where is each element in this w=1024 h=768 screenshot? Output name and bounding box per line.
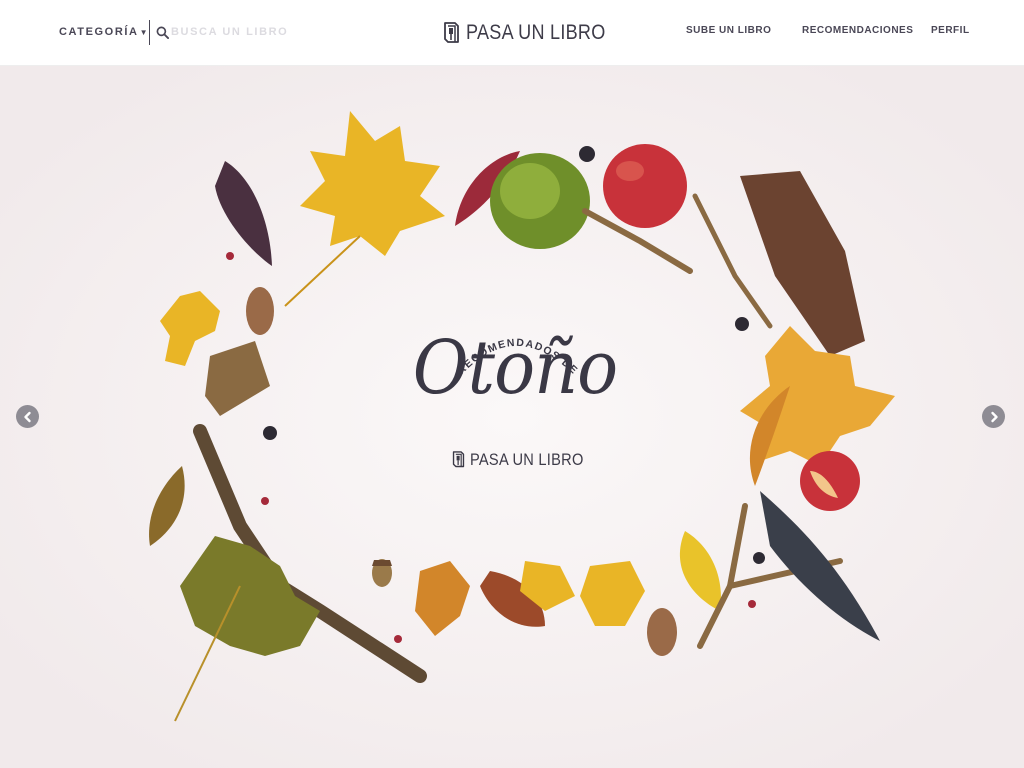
search-input[interactable] <box>171 23 311 41</box>
category-dropdown[interactable]: CATEGORÍA ▼ <box>59 24 149 40</box>
search-divider <box>149 20 150 45</box>
hero-brand: PASA UN LIBRO <box>452 450 602 470</box>
chevron-right-icon <box>990 411 998 422</box>
top-navigation-bar: CATEGORÍA ▼ PASA UN LIBRO SUBE UN LIBRO … <box>0 0 1024 66</box>
nav-recommendations[interactable]: RECOMENDACIONES <box>802 25 913 36</box>
carousel-next-button[interactable] <box>982 405 1005 428</box>
autumn-leaves-illustration <box>0 66 1024 768</box>
book-icon <box>452 451 465 468</box>
category-label: CATEGORÍA <box>59 26 139 38</box>
site-logo[interactable]: PASA UN LIBRO <box>443 20 628 46</box>
chevron-left-icon <box>23 411 31 422</box>
carousel-prev-button[interactable] <box>16 405 39 428</box>
hero-brand-text: PASA UN LIBRO <box>470 450 584 469</box>
hero-carousel: RECOMENDADOS DE Otoño PASA UN LIBRO <box>0 66 1024 768</box>
search-icon[interactable] <box>156 26 169 39</box>
nav-profile[interactable]: PERFIL <box>931 25 970 36</box>
hero-title: Otoño <box>412 325 618 411</box>
chevron-down-icon: ▼ <box>139 27 150 37</box>
book-icon <box>444 21 459 43</box>
logo-text: PASA UN LIBRO <box>466 21 606 44</box>
nav-upload-book[interactable]: SUBE UN LIBRO <box>686 25 771 36</box>
